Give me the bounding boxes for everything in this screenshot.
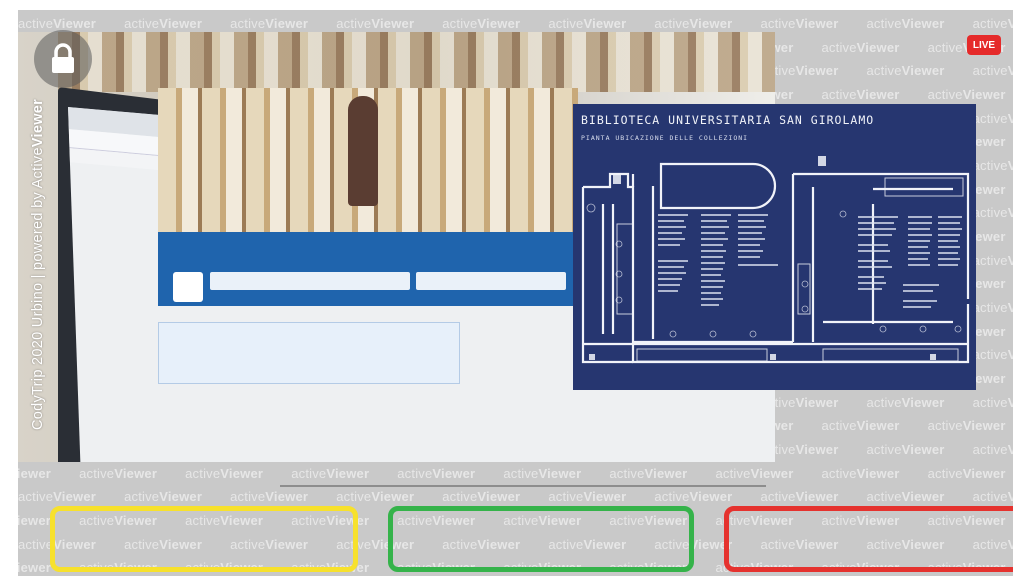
watermark-text: activeViewer [821, 40, 900, 55]
search-field [210, 272, 410, 290]
watermark-text: activeViewer [866, 395, 945, 410]
person-figure [348, 96, 378, 206]
watermark-text: activeViewer [18, 16, 97, 31]
watermark-text: activeViewer [866, 63, 945, 78]
watermark-text: activeViewer [972, 347, 1013, 362]
watermark-text: activeViewer [972, 489, 1013, 504]
lock-icon [52, 43, 74, 73]
search-icon [173, 272, 203, 302]
watermark-text: activeViewer [972, 63, 1013, 78]
watermark-text: activeViewer [185, 466, 264, 481]
divider-line [280, 485, 766, 487]
watermark-text: activeViewer [291, 466, 370, 481]
watermark-text: activeViewer [18, 513, 52, 528]
watermark-text: activeViewer [866, 16, 945, 31]
watermark-text: activeViewer [927, 418, 1006, 433]
watermark-text: activeViewer [124, 489, 203, 504]
watermark-text: activeViewer [124, 16, 203, 31]
watermark-text: activeViewer [18, 560, 52, 575]
watermark-text: activeViewer [609, 466, 688, 481]
watermark-text: activeViewer [821, 418, 900, 433]
watermark-text: activeViewer [397, 466, 476, 481]
watermark-text: activeViewer [760, 16, 839, 31]
live-badge: LIVE [967, 35, 1001, 55]
watermark-text: activeViewer [760, 489, 839, 504]
watermark-text: activeViewer [442, 16, 521, 31]
watermark-text: activeViewer [972, 300, 1013, 315]
watermark-text: activeViewer [821, 466, 900, 481]
watermark-text: activeViewer [927, 87, 1006, 102]
lock-button[interactable] [34, 30, 92, 88]
floor-map: BIBLIOTECA UNIVERSITARIA SAN GIROLAMO PI… [573, 104, 976, 390]
bookshelf-background [58, 32, 775, 92]
floor-plan-drawing [581, 156, 970, 364]
watermark-row: activeViewer activeViewer activeViewer acti… [18, 466, 1013, 481]
watermark-row: activeViewer activeViewer activeViewer acti… [18, 16, 1013, 31]
credit-label: CodyTrip 2020 Urbino | powered by Active… [30, 99, 46, 430]
watermark-text: activeViewer [972, 205, 1013, 220]
watermark-text: activeViewer [230, 16, 309, 31]
watermark-text: activeViewer [866, 489, 945, 504]
watermark-text: activeViewer [927, 466, 1006, 481]
watermark-text: activeViewer [18, 489, 97, 504]
watermark-text: activeViewer [503, 466, 582, 481]
green-zone[interactable] [388, 506, 694, 572]
watermark-text: activeViewer [548, 16, 627, 31]
watermark-text: activeViewer [972, 442, 1013, 457]
search-field-secondary [416, 272, 566, 290]
watermark-text: activeViewer [79, 466, 158, 481]
red-zone[interactable] [724, 506, 1013, 572]
watermark-text: activeViewer [972, 395, 1013, 410]
credit-emphasis: Viewer [30, 98, 46, 148]
watermark-text: activeViewer [866, 442, 945, 457]
watermark-text: activeViewer [548, 489, 627, 504]
watermark-text: activeViewer [972, 253, 1013, 268]
watermark-text: activeViewer [654, 16, 733, 31]
watermark-text: activeViewer [336, 16, 415, 31]
watermark-text: activeViewer [442, 489, 521, 504]
watermark-text: activeViewer [18, 466, 52, 481]
watermark-text: activeViewer [230, 489, 309, 504]
yellow-zone[interactable] [50, 506, 358, 572]
watermark-text: activeViewer [972, 158, 1013, 173]
watermark-text: activeViewer [821, 87, 900, 102]
watermark-text: activeViewer [715, 466, 794, 481]
watermark-text: activeViewer [336, 489, 415, 504]
watermark-text: activeViewer [654, 489, 733, 504]
credit-text: CodyTrip 2020 Urbino | powered by Active [30, 147, 46, 430]
watermark-text: activeViewer [972, 16, 1013, 31]
viewer-stage: activeViewer activeViewer activeViewer acti… [18, 10, 1013, 576]
watermark-row: activeViewer activeViewer activeViewer acti… [18, 489, 1013, 504]
watermark-text: activeViewer [972, 111, 1013, 126]
notice-box [158, 322, 460, 384]
